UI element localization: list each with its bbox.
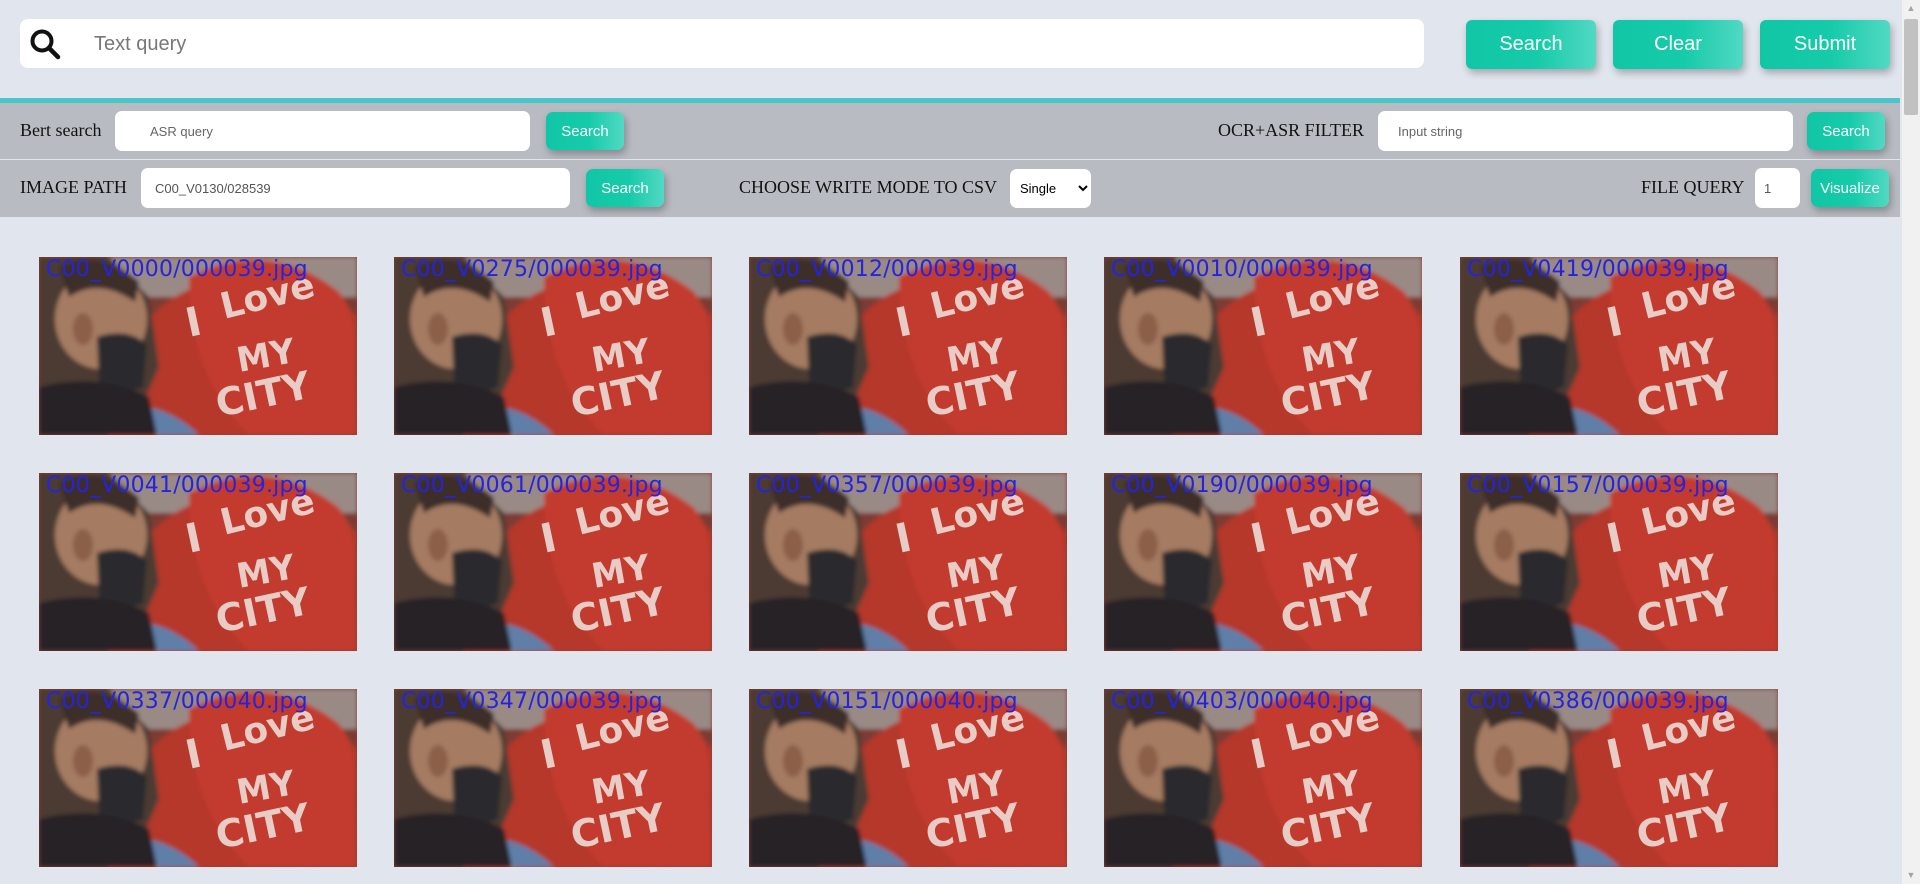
result-thumbnail[interactable]: I Love MY CITY C00_V0041/000039.jpg	[39, 473, 357, 651]
result-thumbnail[interactable]: I Love MY CITY C00_V0419/000039.jpg	[1460, 257, 1778, 435]
result-thumbnail[interactable]: I Love MY CITY C00_V0012/000039.jpg	[749, 257, 1067, 435]
scroll-up-arrow-icon[interactable]: ▲	[1902, 0, 1920, 17]
result-filename: C00_V0061/000039.jpg	[401, 473, 663, 498]
bert-search-row: Bert search Search OCR+ASR FILTER Search	[0, 103, 1900, 159]
search-button[interactable]: Search	[1466, 20, 1596, 69]
result-thumbnail[interactable]: I Love MY CITY C00_V0357/000039.jpg	[749, 473, 1067, 651]
bert-search-button[interactable]: Search	[546, 112, 624, 150]
thumbnail-image: I Love MY CITY	[749, 689, 1067, 867]
filter-search-button[interactable]: Search	[1807, 112, 1885, 150]
result-filename: C00_V0157/000039.jpg	[1467, 473, 1729, 498]
result-filename: C00_V0010/000039.jpg	[1111, 257, 1373, 282]
result-thumbnail[interactable]: I Love MY CITY C00_V0403/000040.jpg	[1104, 689, 1422, 867]
thumbnail-image: I Love MY CITY	[1104, 257, 1422, 435]
result-thumbnail[interactable]: I Love MY CITY C00_V0000/000039.jpg	[39, 257, 357, 435]
result-thumbnail[interactable]: I Love MY CITY C00_V0386/000039.jpg	[1460, 689, 1778, 867]
thumbnail-image: I Love MY CITY	[749, 257, 1067, 435]
text-query-input[interactable]	[92, 27, 1406, 61]
thumbnail-image: I Love MY CITY	[394, 257, 712, 435]
result-filename: C00_V0012/000039.jpg	[756, 257, 1018, 282]
result-filename: C00_V0337/000040.jpg	[46, 689, 308, 714]
clear-button[interactable]: Clear	[1613, 20, 1743, 69]
top-search-bar: Search Clear Submit	[0, 0, 1900, 100]
asr-query-input[interactable]	[115, 111, 530, 151]
text-query-box[interactable]	[20, 19, 1424, 68]
submit-button[interactable]: Submit	[1760, 20, 1890, 69]
result-filename: C00_V0190/000039.jpg	[1111, 473, 1373, 498]
file-query-label: FILE QUERY	[1641, 177, 1745, 197]
result-filename: C00_V0151/000040.jpg	[756, 689, 1018, 714]
write-mode-select[interactable]: Single	[1010, 169, 1091, 208]
thumbnail-image: I Love MY CITY	[1104, 689, 1422, 867]
result-filename: C00_V0403/000040.jpg	[1111, 689, 1373, 714]
thumbnail-image: I Love MY CITY	[39, 473, 357, 651]
result-thumbnail[interactable]: I Love MY CITY C00_V0275/000039.jpg	[394, 257, 712, 435]
thumbnail-image: I Love MY CITY	[1460, 689, 1778, 867]
ocr-asr-filter-label: OCR+ASR FILTER	[1218, 120, 1365, 140]
thumbnail-image: I Love MY CITY	[39, 257, 357, 435]
thumbnail-image: I Love MY CITY	[394, 689, 712, 867]
write-mode-label: CHOOSE WRITE MODE TO CSV	[739, 177, 998, 197]
image-path-search-button[interactable]: Search	[586, 169, 664, 207]
scroll-down-arrow-icon[interactable]: ▼	[1902, 867, 1920, 884]
result-thumbnail[interactable]: I Love MY CITY C00_V0347/000039.jpg	[394, 689, 712, 867]
result-filename: C00_V0347/000039.jpg	[401, 689, 663, 714]
result-filename: C00_V0041/000039.jpg	[46, 473, 308, 498]
result-filename: C00_V0000/000039.jpg	[46, 257, 308, 282]
result-filename: C00_V0386/000039.jpg	[1467, 689, 1729, 714]
result-thumbnail[interactable]: I Love MY CITY C00_V0337/000040.jpg	[39, 689, 357, 867]
thumbnail-image: I Love MY CITY	[1104, 473, 1422, 651]
file-query-input[interactable]	[1755, 168, 1800, 208]
thumbnail-image: I Love MY CITY	[1460, 473, 1778, 651]
thumbnail-image: I Love MY CITY	[1460, 257, 1778, 435]
image-path-label: IMAGE PATH	[20, 177, 127, 197]
result-filename: C00_V0275/000039.jpg	[401, 257, 663, 282]
result-thumbnail[interactable]: I Love MY CITY C00_V0157/000039.jpg	[1460, 473, 1778, 651]
thumbnail-image: I Love MY CITY	[39, 689, 357, 867]
result-thumbnail[interactable]: I Love MY CITY C00_V0010/000039.jpg	[1104, 257, 1422, 435]
thumbnail-image: I Love MY CITY	[394, 473, 712, 651]
result-thumbnail[interactable]: I Love MY CITY C00_V0151/000040.jpg	[749, 689, 1067, 867]
filter-input[interactable]	[1378, 111, 1793, 151]
scrollbar-thumb[interactable]	[1904, 19, 1918, 115]
search-icon	[30, 29, 61, 60]
bert-search-label: Bert search	[20, 120, 102, 140]
image-path-input[interactable]	[141, 168, 570, 208]
page-scrollbar[interactable]: ▲ ▼	[1902, 0, 1920, 884]
result-thumbnail[interactable]: I Love MY CITY C00_V0190/000039.jpg	[1104, 473, 1422, 651]
results-grid: I Love MY CITY C00_V0000/000039.jpg I Lo…	[0, 218, 1900, 884]
result-filename: C00_V0357/000039.jpg	[756, 473, 1018, 498]
result-thumbnail[interactable]: I Love MY CITY C00_V0061/000039.jpg	[394, 473, 712, 651]
visualize-button[interactable]: Visualize	[1811, 169, 1889, 207]
result-filename: C00_V0419/000039.jpg	[1467, 257, 1729, 282]
thumbnail-image: I Love MY CITY	[749, 473, 1067, 651]
